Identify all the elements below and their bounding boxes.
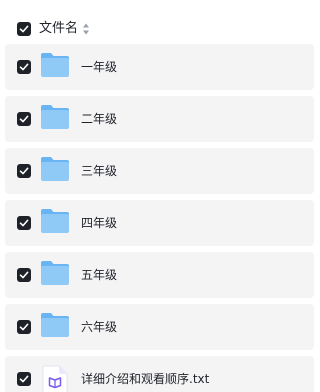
list-header: 文件名 <box>0 16 314 42</box>
folder-icon <box>41 157 69 181</box>
file-name[interactable]: 五年级 <box>81 266 117 284</box>
check-icon <box>19 115 29 123</box>
file-row[interactable]: 一年级 <box>5 44 314 90</box>
file-row[interactable]: 五年级 <box>5 252 314 298</box>
select-all-checkbox[interactable] <box>17 22 31 36</box>
row-checkbox[interactable] <box>17 372 31 386</box>
check-icon <box>19 63 29 71</box>
check-icon <box>19 25 29 33</box>
check-icon <box>19 167 29 175</box>
row-checkbox[interactable] <box>17 216 31 230</box>
check-icon <box>19 323 29 331</box>
folder-icon <box>41 209 69 233</box>
file-row[interactable]: 四年级 <box>5 200 314 246</box>
row-checkbox[interactable] <box>17 268 31 282</box>
file-name[interactable]: 一年级 <box>81 58 117 76</box>
row-checkbox[interactable] <box>17 320 31 334</box>
file-name[interactable]: 六年级 <box>81 318 117 336</box>
txt-file-icon <box>42 365 68 392</box>
file-row[interactable]: 六年级 <box>5 304 314 350</box>
row-checkbox[interactable] <box>17 164 31 178</box>
sort-icon[interactable] <box>82 22 90 36</box>
check-icon <box>19 375 29 383</box>
file-row[interactable]: 二年级 <box>5 96 314 142</box>
file-name[interactable]: 四年级 <box>81 214 117 232</box>
file-name[interactable]: 二年级 <box>81 110 117 128</box>
file-list: 文件名 一年级 二年级 三年级 四年级 五年级 六年级 详细介绍和观看顺序.tx… <box>0 0 314 392</box>
check-icon <box>19 219 29 227</box>
folder-icon <box>41 105 69 129</box>
folder-icon <box>41 53 69 77</box>
file-row[interactable]: 详细介绍和观看顺序.txt <box>5 356 314 392</box>
check-icon <box>19 271 29 279</box>
row-checkbox[interactable] <box>17 60 31 74</box>
file-row[interactable]: 三年级 <box>5 148 314 194</box>
filename-column-label: 文件名 <box>39 21 79 36</box>
file-name[interactable]: 详细介绍和观看顺序.txt <box>81 370 209 388</box>
file-name[interactable]: 三年级 <box>81 162 117 180</box>
folder-icon <box>41 261 69 285</box>
row-checkbox[interactable] <box>17 112 31 126</box>
folder-icon <box>41 313 69 337</box>
